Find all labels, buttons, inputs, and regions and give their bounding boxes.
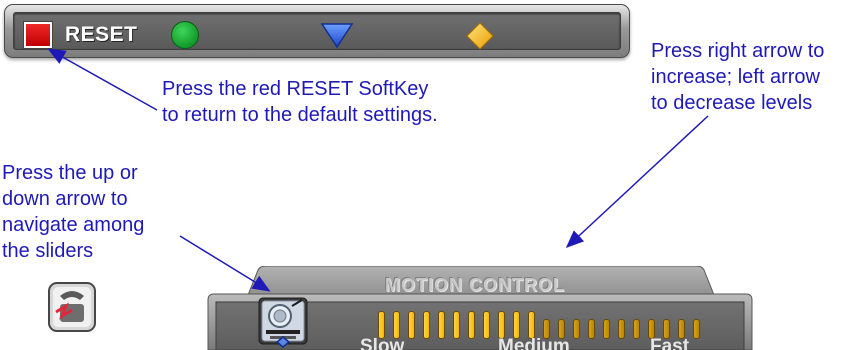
navigate-annotation: Press the up or down arrow to navigate a… <box>2 162 145 262</box>
navigation-diamond-icon <box>276 336 290 348</box>
slider-bar-inactive <box>603 319 610 339</box>
softkey-bar: RESET <box>4 4 630 58</box>
slider-bar-active <box>483 311 490 339</box>
reset-softkey-label[interactable]: RESET <box>65 22 138 48</box>
motion-control-title: MOTION CONTROL <box>385 275 565 295</box>
slider-bar-active <box>513 311 520 339</box>
slider-bar-inactive <box>618 319 625 339</box>
red-softkey-button[interactable] <box>24 22 52 48</box>
slider-bar-active <box>453 311 460 339</box>
slider-bar-inactive <box>573 319 580 339</box>
slider-bar-active <box>423 311 430 339</box>
slider-bar-inactive <box>693 319 700 339</box>
yellow-softkey-button[interactable] <box>465 21 495 51</box>
slider-bar-inactive <box>588 319 595 339</box>
reset-annotation: Press the red RESET SoftKey to return to… <box>162 78 438 126</box>
telephone-icon <box>48 282 96 332</box>
slider-label-slow: Slow <box>360 337 404 350</box>
arrows-annotation: Press right arrow to increase; left arro… <box>651 40 825 114</box>
slider-bar-active <box>468 311 475 339</box>
slider-bar-active <box>393 311 400 339</box>
slider-bar-active <box>378 311 385 339</box>
slider-bar-active <box>528 311 535 339</box>
slider-bar-active <box>498 311 505 339</box>
slider-label-medium: Medium <box>498 337 570 350</box>
blue-softkey-button[interactable] <box>320 21 354 49</box>
slider-bar-active <box>408 311 415 339</box>
green-softkey-button[interactable] <box>171 21 199 49</box>
slider-bar-inactive <box>633 319 640 339</box>
slider-label-fast: Fast <box>650 337 689 350</box>
motion-level-slider[interactable] <box>378 311 718 339</box>
slider-bar-active <box>438 311 445 339</box>
